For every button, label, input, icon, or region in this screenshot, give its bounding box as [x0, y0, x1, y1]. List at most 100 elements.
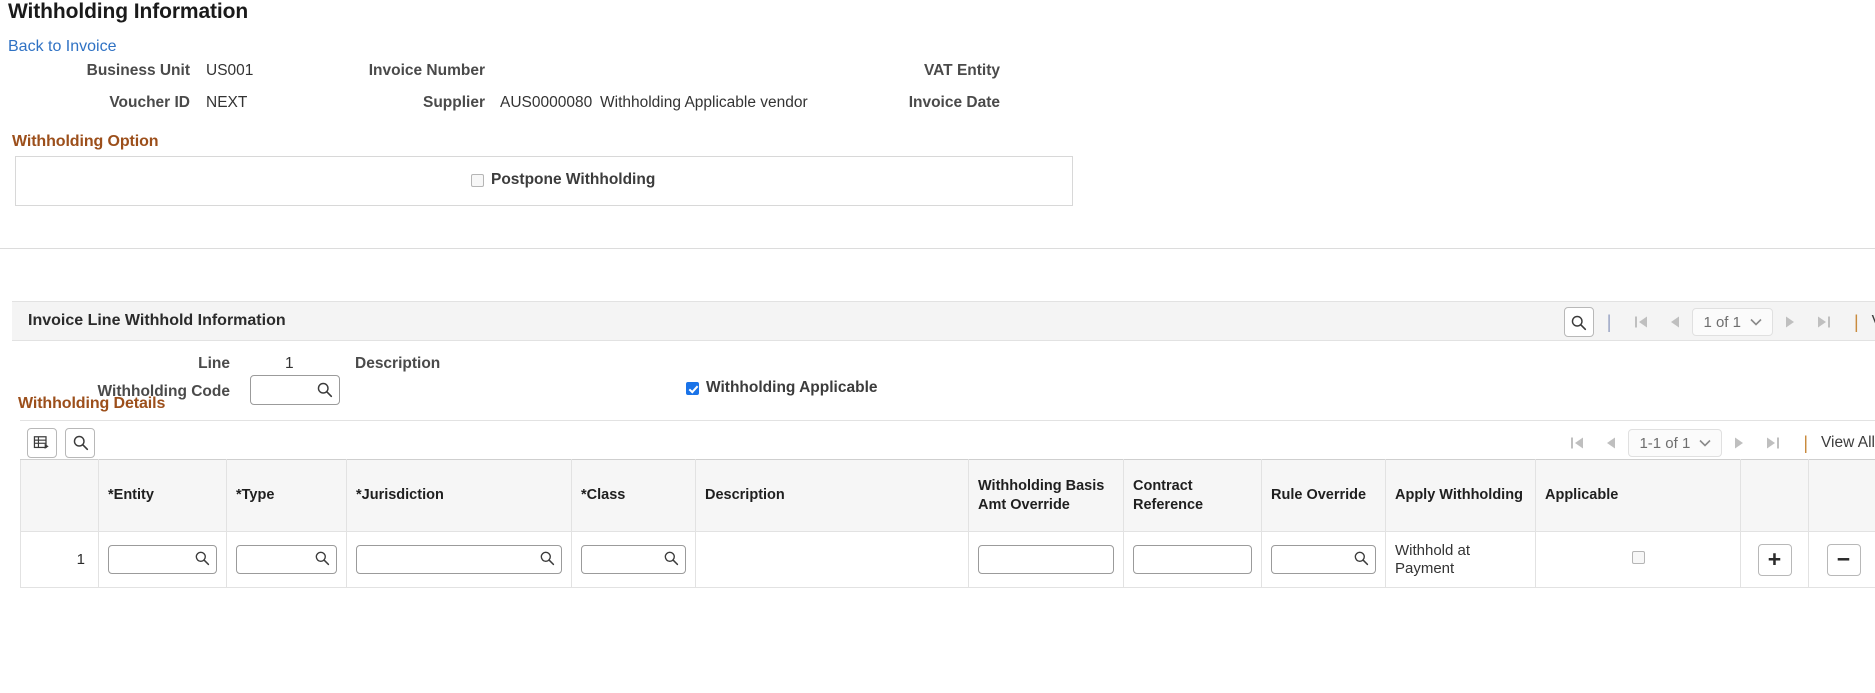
lookup-icon[interactable]	[316, 381, 333, 398]
cell-rule-override	[1261, 531, 1386, 588]
voucher-summary-info: Business Unit US001 Invoice Number VAT E…	[0, 62, 1600, 126]
line-label: Line	[198, 355, 230, 372]
postpone-withholding-checkbox[interactable]	[471, 173, 484, 187]
column-header-description: Description	[695, 459, 969, 532]
cell-description	[695, 531, 969, 588]
withholding-applicable-row: Withholding Applicable	[686, 379, 878, 397]
column-header-rule-override: Rule Override	[1261, 459, 1386, 532]
column-header-apply-withholding: Apply Withholding	[1385, 459, 1536, 532]
row-number: 1	[20, 531, 99, 588]
postpone-withholding-row: Postpone Withholding	[471, 171, 655, 189]
invoice-number-label: Invoice Number	[368, 62, 485, 79]
lookup-icon[interactable]	[194, 550, 210, 566]
back-to-invoice-link[interactable]: Back to Invoice	[8, 38, 117, 56]
voucher-id-value: NEXT	[206, 94, 248, 111]
chevron-down-icon	[1750, 318, 1762, 326]
postpone-withholding-label: Postpone Withholding	[491, 171, 656, 188]
voucher-id-label: Voucher ID	[109, 94, 190, 111]
remove-row-button[interactable]: −	[1826, 543, 1861, 576]
column-header-jurisdiction: *Jurisdiction	[346, 459, 572, 532]
business-unit-label: Business Unit	[86, 62, 190, 79]
invoice-date-label: Invoice Date	[908, 94, 1000, 111]
withholding-details-toolbar: 1-1 of 1 | View All	[20, 420, 1875, 464]
withholding-details-page-select[interactable]: 1-1 of 1	[1628, 429, 1723, 457]
invoice-line-pager: | 1 of 1 | V	[1563, 302, 1875, 342]
pager-divider: |	[1803, 432, 1808, 453]
invoice-line-view-all-link[interactable]: V	[1872, 313, 1875, 331]
grid-tool-buttons	[20, 427, 95, 458]
cell-contract-reference	[1123, 531, 1262, 588]
class-input[interactable]	[581, 545, 686, 574]
pager-divider-2: |	[1853, 311, 1859, 332]
lookup-icon[interactable]	[663, 550, 679, 566]
grid-find-icon[interactable]	[65, 427, 95, 458]
invoice-line-page-range: 1 of 1	[1703, 313, 1741, 331]
first-page-icon[interactable]	[1560, 428, 1594, 458]
cell-jurisdiction	[346, 531, 572, 588]
supplier-id-value: AUS0000080	[500, 94, 593, 111]
cell-remove-row: −	[1808, 531, 1875, 588]
withholding-details-heading: Withholding Details	[18, 395, 166, 412]
previous-page-icon[interactable]	[1594, 428, 1628, 458]
column-header-entity: *Entity	[98, 459, 227, 532]
invoice-line-page-select[interactable]: 1 of 1	[1692, 308, 1773, 336]
withholding-applicable-label: Withholding Applicable	[706, 379, 878, 396]
withholding-details-page-range: 1-1 of 1	[1639, 434, 1691, 452]
withholding-details-view-all-link[interactable]: View All	[1821, 434, 1875, 452]
lookup-icon[interactable]	[1353, 550, 1369, 566]
cell-class	[571, 531, 696, 588]
withholding-option-panel: Postpone Withholding	[15, 156, 1073, 206]
cell-apply-withholding: Withhold at Payment	[1385, 531, 1536, 588]
chevron-down-icon	[1699, 439, 1711, 447]
column-header-class: *Class	[571, 459, 696, 532]
jurisdiction-input[interactable]	[356, 545, 562, 574]
table-row: 1 Withhold at Payment + −	[20, 531, 1875, 588]
last-page-icon[interactable]	[1807, 307, 1841, 337]
rule-override-input[interactable]	[1271, 545, 1376, 574]
search-icon[interactable]	[1563, 307, 1594, 337]
withholding-code-input[interactable]	[250, 375, 340, 405]
grid-header-row: *Entity *Type *Jurisdiction *Class Descr…	[20, 459, 1875, 532]
add-row-button[interactable]: +	[1757, 543, 1792, 576]
invoice-line-withhold-title: Invoice Line Withhold Information	[28, 312, 286, 329]
lookup-icon[interactable]	[539, 550, 555, 566]
summary-row-2: Voucher ID NEXT Supplier AUS0000080 With…	[0, 94, 1600, 126]
cell-basis-amt-override	[968, 531, 1124, 588]
invoice-line-withhold-section-header: Invoice Line Withhold Information | 1 of…	[12, 301, 1875, 341]
type-input[interactable]	[236, 545, 337, 574]
cell-add-row: +	[1740, 531, 1809, 588]
pager-divider: |	[1606, 311, 1612, 332]
grid-personalize-icon[interactable]	[27, 427, 57, 458]
previous-page-icon[interactable]	[1658, 307, 1692, 337]
line-description-label: Description	[355, 355, 441, 372]
supplier-name-value: Withholding Applicable vendor	[600, 94, 808, 111]
business-unit-value: US001	[206, 62, 254, 79]
withholding-applicable-checkbox[interactable]	[686, 381, 699, 395]
page-title: Withholding Information	[8, 0, 249, 23]
column-header-add	[1740, 459, 1809, 532]
line-value: 1	[285, 355, 294, 372]
first-page-icon[interactable]	[1624, 307, 1658, 337]
next-page-icon[interactable]	[1722, 428, 1756, 458]
cell-applicable	[1535, 531, 1741, 588]
section-divider	[0, 248, 1875, 249]
column-header-applicable: Applicable	[1535, 459, 1741, 532]
cell-type	[226, 531, 347, 588]
next-page-icon[interactable]	[1773, 307, 1807, 337]
column-header-basis-amt-override: Withholding Basis Amt Override	[968, 459, 1124, 532]
column-header-contract-reference: Contract Reference	[1123, 459, 1262, 532]
basis-amt-override-input[interactable]	[978, 545, 1114, 574]
contract-reference-input[interactable]	[1133, 545, 1252, 574]
last-page-icon[interactable]	[1756, 428, 1790, 458]
column-header-type: *Type	[226, 459, 347, 532]
entity-input[interactable]	[108, 545, 217, 574]
vat-entity-label: VAT Entity	[923, 62, 1000, 79]
column-header-remove	[1808, 459, 1875, 532]
supplier-label: Supplier	[422, 94, 485, 111]
summary-row-1: Business Unit US001 Invoice Number VAT E…	[0, 62, 1600, 94]
withholding-option-heading: Withholding Option	[12, 133, 159, 150]
column-header-rownum	[20, 459, 99, 532]
lookup-icon[interactable]	[314, 550, 330, 566]
withholding-details-grid: *Entity *Type *Jurisdiction *Class Descr…	[20, 459, 1875, 588]
applicable-checkbox[interactable]	[1631, 550, 1645, 564]
